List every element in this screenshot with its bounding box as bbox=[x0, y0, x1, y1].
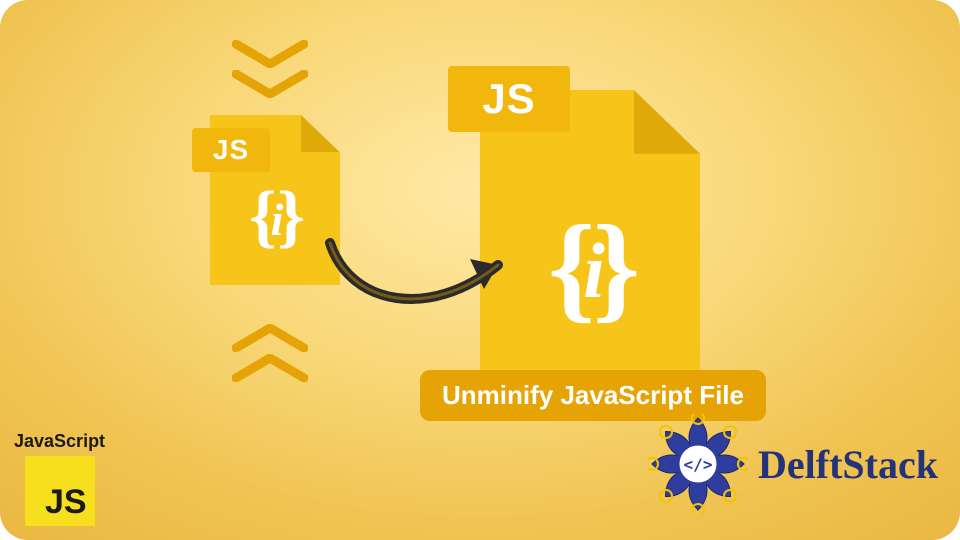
chevron-up-icon bbox=[232, 324, 308, 352]
javascript-badge-icon: JS bbox=[25, 456, 95, 526]
chevron-up-icon bbox=[232, 354, 308, 382]
delftstack-name: DelftStack bbox=[758, 441, 938, 488]
arrow-right-icon bbox=[320, 225, 520, 335]
brace-right: } bbox=[277, 177, 301, 257]
chevron-down-icon bbox=[232, 40, 308, 68]
js-tab-small-label: JS bbox=[213, 134, 249, 166]
js-tab-large: JS bbox=[448, 66, 570, 132]
delftstack-logo: </> DelftStack bbox=[648, 414, 938, 514]
file-fold-icon bbox=[634, 90, 700, 154]
js-tab-large-label: JS bbox=[482, 75, 535, 123]
brace-left: { bbox=[548, 198, 587, 336]
javascript-logo-label: JavaScript bbox=[14, 431, 105, 452]
js-tab-small: JS bbox=[192, 128, 270, 172]
delftstack-tag-glyph: </> bbox=[684, 455, 713, 474]
brace-right: } bbox=[593, 198, 632, 336]
caption-text: Unminify JavaScript File bbox=[442, 380, 744, 410]
file-fold-icon bbox=[301, 115, 340, 152]
brace-i: i bbox=[271, 193, 280, 246]
delftstack-mandala-icon: </> bbox=[648, 414, 748, 514]
chevron-down-icon bbox=[232, 70, 308, 98]
brace-left: { bbox=[249, 177, 273, 257]
brace-i: i bbox=[583, 226, 597, 316]
javascript-logo: JavaScript JS bbox=[14, 431, 105, 526]
hero-graphic: { i } JS { i } JS Unminify JavaScript F bbox=[0, 0, 960, 540]
javascript-badge-text: JS bbox=[45, 483, 87, 522]
